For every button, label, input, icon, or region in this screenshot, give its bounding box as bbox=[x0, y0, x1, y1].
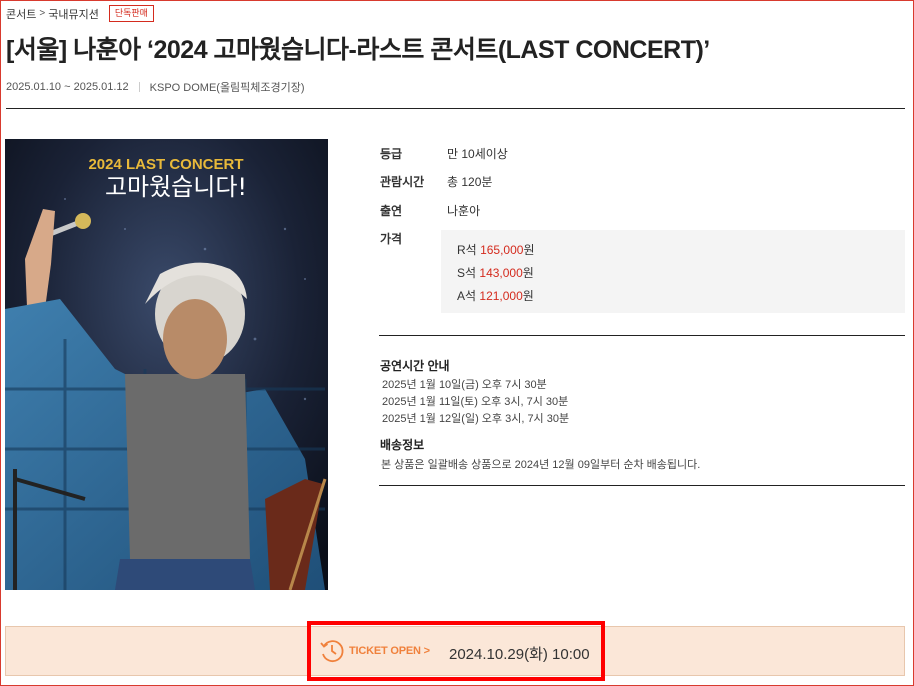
meta-divider bbox=[138, 82, 140, 92]
exclusive-badge: 단독판매 bbox=[108, 5, 154, 22]
info-divider bbox=[379, 335, 905, 336]
price-list: R석 165,000원 S석 143,000원 A석 121,000원 bbox=[441, 230, 905, 313]
price-label: 가격 bbox=[380, 232, 403, 246]
event-venue[interactable]: KSPO DOME(올림픽체조경기장) bbox=[150, 79, 305, 95]
rating-label: 등급 bbox=[380, 147, 403, 161]
seat-grade: S석 bbox=[457, 266, 477, 280]
breadcrumb-separator: > bbox=[39, 8, 46, 19]
shipping-text: 본 상품은 일괄배송 상품으로 2024년 12월 09일부터 순차 배송됩니다… bbox=[381, 459, 701, 471]
info-price: 가격 bbox=[380, 230, 447, 247]
cast-value: 나훈아 bbox=[447, 204, 481, 218]
ticket-open-label[interactable]: TICKET OPEN > bbox=[349, 645, 430, 657]
price-item-r: R석 165,000원 bbox=[457, 241, 535, 258]
info-rating: 등급 만 10세이상 bbox=[380, 145, 508, 162]
seat-grade: A석 bbox=[457, 289, 477, 303]
breadcrumb-item-domestic[interactable]: 국내뮤지션 bbox=[48, 6, 99, 22]
seat-price: 121,000 bbox=[479, 289, 523, 303]
price-item-a: A석 121,000원 bbox=[457, 287, 534, 304]
seat-grade: R석 bbox=[457, 243, 477, 257]
schedule-line: 2025년 1월 10일(금) 오후 7시 30분 bbox=[382, 379, 547, 391]
info-cast: 출연 나훈아 bbox=[380, 202, 480, 219]
ticket-open-datetime: 2024.10.29(화) 10:00 bbox=[449, 646, 590, 663]
schedule-line: 2025년 1월 12일(일) 오후 3시, 7시 30분 bbox=[382, 413, 570, 425]
event-dates: 2025.01.10 ~ 2025.01.12 bbox=[6, 81, 129, 93]
breadcrumb-item-concert[interactable]: 콘서트 bbox=[6, 6, 36, 22]
cast-label: 출연 bbox=[380, 204, 403, 218]
seat-price: 143,000 bbox=[479, 266, 523, 280]
info-duration: 관람시간 총 120분 bbox=[380, 173, 492, 190]
price-unit: 원 bbox=[522, 266, 534, 280]
schedule-heading: 공연시간 안내 bbox=[380, 359, 450, 373]
price-unit: 원 bbox=[522, 289, 534, 303]
schedule-line: 2025년 1월 11일(토) 오후 3시, 7시 30분 bbox=[382, 396, 569, 408]
breadcrumb: 콘서트 > 국내뮤지션 단독판매 bbox=[6, 5, 154, 22]
poster-headline: 2024 LAST CONCERT bbox=[88, 156, 243, 173]
poster-image: 2024 LAST CONCERT 고마웠습니다! bbox=[5, 139, 328, 590]
event-meta: 2025.01.10 ~ 2025.01.12 KSPO DOME(올림픽체조경… bbox=[6, 79, 305, 95]
price-item-s: S석 143,000원 bbox=[457, 264, 534, 281]
price-unit: 원 bbox=[523, 243, 535, 257]
rating-value: 만 10세이상 bbox=[447, 147, 508, 161]
duration-label: 관람시간 bbox=[380, 175, 425, 189]
seat-price: 165,000 bbox=[480, 243, 524, 257]
shipping-heading: 배송정보 bbox=[380, 438, 425, 452]
details-divider bbox=[379, 485, 905, 486]
poster-subtitle: 고마웠습니다! bbox=[105, 173, 247, 201]
page-title: [서울] 나훈아 ‘2024 고마웠습니다-라스트 콘서트(LAST CONCE… bbox=[6, 36, 710, 64]
clock-icon bbox=[320, 640, 344, 663]
duration-value: 총 120분 bbox=[447, 175, 493, 189]
header-divider bbox=[6, 108, 905, 109]
concert-poster: 2024 LAST CONCERT 고마웠습니다! bbox=[5, 139, 328, 590]
